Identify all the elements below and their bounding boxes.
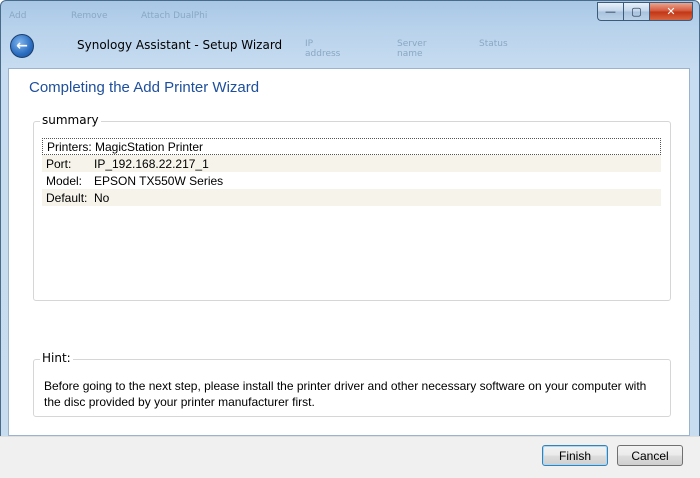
row-label: Model: [46, 173, 83, 188]
page-title: Completing the Add Printer Wizard [29, 79, 260, 96]
row-value: MagicStation Printer [95, 139, 204, 154]
summary-legend: summary [40, 113, 101, 127]
cancel-button[interactable]: Cancel [617, 445, 683, 466]
finish-button[interactable]: Finish [542, 445, 608, 466]
summary-row-default[interactable]: Default: No [42, 189, 661, 206]
ghost-col-status: Status [479, 39, 508, 49]
row-value: No [94, 190, 110, 205]
button-bar: Finish Cancel [0, 436, 700, 478]
window-title: Synology Assistant - Setup Wizard [77, 38, 283, 52]
hint-group: Hint: Before going to the next step, ple… [33, 351, 671, 417]
summary-list: Printers: MagicStation Printer Port: IP_… [42, 138, 661, 206]
ghost-col-server: Server name [397, 39, 427, 59]
summary-row-printers[interactable]: Printers: MagicStation Printer [42, 138, 661, 155]
summary-group: summary Printers: MagicStation Printer P… [33, 113, 671, 301]
row-label: Printers: [47, 139, 92, 154]
background-toolbar-ghost: Add Remove Attach DualPhi [1, 11, 601, 25]
ghost-text-add: Add [9, 11, 27, 21]
close-button[interactable]: ✕ [649, 2, 693, 21]
row-label: Port: [46, 156, 72, 171]
summary-row-model[interactable]: Model: EPSON TX550W Series [42, 172, 661, 189]
summary-row-port[interactable]: Port: IP_192.168.22.217_1 [42, 155, 661, 172]
caption-buttons: — ▢ ✕ [597, 2, 693, 21]
minimize-button[interactable]: — [597, 2, 623, 21]
ghost-text-attach: Attach DualPhi [141, 11, 208, 21]
ghost-text-remove: Remove [71, 11, 108, 21]
row-label: Default: [46, 190, 88, 205]
row-value: EPSON TX550W Series [94, 173, 224, 188]
maximize-button[interactable]: ▢ [623, 2, 649, 21]
hint-legend: Hint: [40, 351, 73, 365]
back-button[interactable]: ← [10, 34, 34, 58]
back-arrow-icon: ← [16, 38, 28, 54]
row-value: IP_192.168.22.217_1 [94, 156, 209, 171]
wizard-content: Completing the Add Printer Wizard summar… [8, 68, 690, 436]
hint-text: Before going to the next step, please in… [44, 379, 647, 409]
ghost-col-ip: IP address [305, 39, 341, 59]
